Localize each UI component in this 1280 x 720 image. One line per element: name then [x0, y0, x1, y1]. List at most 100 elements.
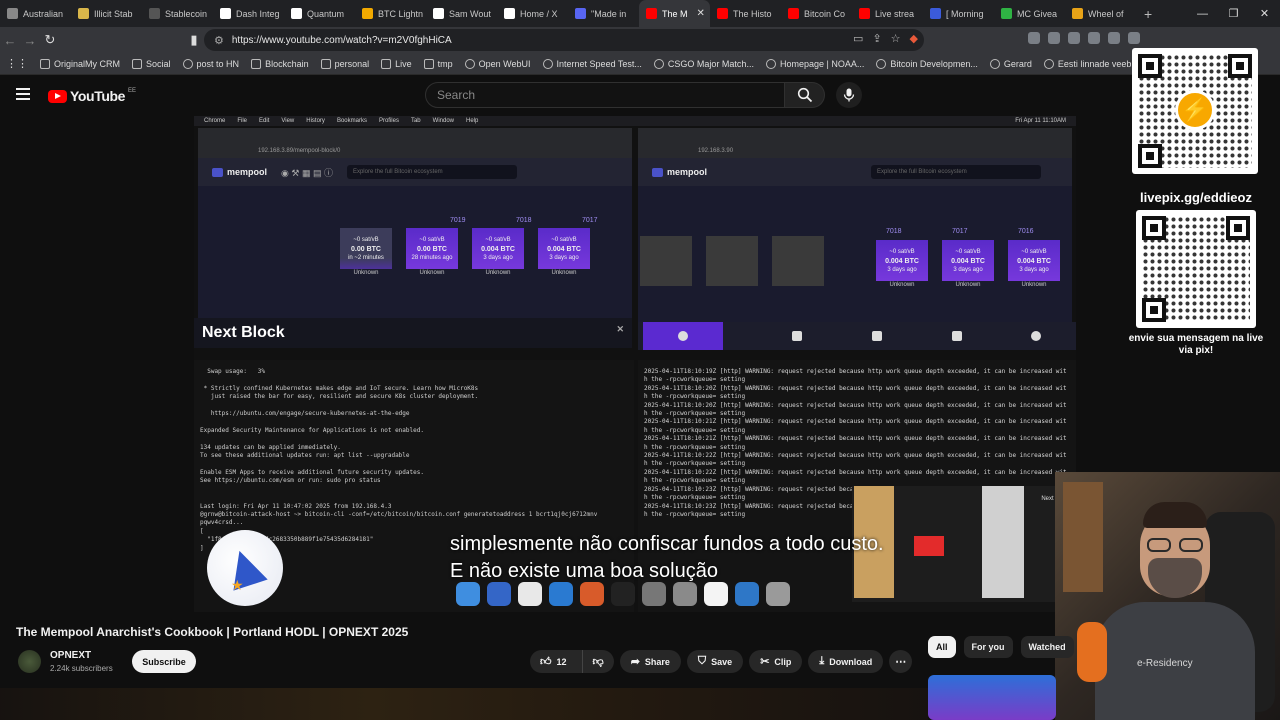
save-button[interactable]: ⛉ Save	[686, 650, 744, 673]
youtube-logo[interactable]: YouTube EE	[48, 88, 136, 104]
bookmark-icon[interactable]: ☆	[891, 32, 901, 45]
browser-tab[interactable]: Home / X	[497, 0, 568, 27]
restore-icon[interactable]: ❐	[1218, 7, 1249, 20]
extension-icon[interactable]	[1048, 32, 1060, 44]
new-tab-icon[interactable]: +	[1136, 6, 1160, 22]
graphs-icon	[871, 331, 882, 341]
subscribe-button[interactable]: Subscribe	[132, 650, 196, 673]
circle-icon	[876, 58, 887, 69]
right-empty-blocks	[640, 236, 824, 286]
block-height: 7016	[1018, 228, 1034, 235]
more-actions-button[interactable]: ⋯	[889, 650, 913, 673]
apps-icon[interactable]: ⋮⋮	[0, 57, 34, 70]
extension-icon[interactable]	[1128, 32, 1140, 44]
share-icon[interactable]: ⇪	[872, 32, 881, 45]
close-tab-icon[interactable]: ✕	[697, 8, 705, 19]
bookmark-item[interactable]: Social	[126, 58, 177, 69]
tab-favicon-icon	[930, 8, 941, 19]
cast-icon[interactable]: ▭	[853, 32, 863, 45]
browser-tab[interactable]: [ Morning	[923, 0, 994, 27]
next-block-panel: Next Block ✕	[194, 318, 632, 348]
close-window-icon[interactable]: ✕	[1249, 7, 1280, 20]
download-button[interactable]: ⤓ Download	[808, 650, 884, 673]
subscriber-count: 2.24k subscribers	[50, 664, 113, 673]
channel-name[interactable]: OPNEXT	[50, 650, 91, 661]
block-fee: ~0 sat/vB	[955, 249, 981, 255]
browser-tab[interactable]: "Made in	[568, 0, 639, 27]
tab-favicon-icon	[575, 8, 586, 19]
channel-avatar[interactable]	[18, 650, 41, 673]
back-icon[interactable]: ←	[0, 33, 20, 48]
brave-shield-icon[interactable]: ◆	[910, 32, 918, 45]
browser-tab[interactable]: Stablecoin	[142, 0, 213, 27]
dashboard-icon: ◉ ⚒ ▦ ▤ ⓘ	[281, 167, 333, 178]
browser-tab[interactable]: Live strea	[852, 0, 923, 27]
browser-tab[interactable]: Wheel of	[1065, 0, 1136, 27]
bookmark-item[interactable]: Open WebUI	[459, 58, 537, 69]
extension-icon[interactable]	[1068, 32, 1080, 44]
voice-search-button[interactable]	[836, 82, 862, 108]
game-icon	[653, 58, 664, 69]
mempool-block: ~0 sat/vB 0.00 BTC in ~2 minutes Unknown	[340, 228, 392, 278]
subtitle-line-1: simplesmente não confiscar fundos a todo…	[450, 533, 884, 555]
recommendation-filter-chips: All For you Watched	[928, 636, 1074, 658]
bookmark-item[interactable]: personal	[315, 58, 376, 69]
browser-tab[interactable]: Sam Wout	[426, 0, 497, 27]
share-button[interactable]: ➦ Share	[619, 650, 681, 673]
bookmark-item[interactable]: Live	[375, 58, 418, 69]
browser-tab[interactable]: The Histo	[710, 0, 781, 27]
block-note: 3 days ago	[887, 267, 917, 273]
bookmark-star-icon[interactable]: ▮	[184, 32, 204, 48]
screen-menu-item: View	[281, 118, 295, 124]
bookmark-item[interactable]: Internet Speed Test...	[537, 58, 648, 69]
filter-chip[interactable]: All	[928, 636, 956, 658]
browser-tab[interactable]: MC Givea	[994, 0, 1065, 27]
extension-icon[interactable]	[1088, 32, 1100, 44]
minimize-icon[interactable]: —	[1187, 8, 1218, 20]
tab-label: Wheel of	[1088, 8, 1124, 19]
search-button[interactable]	[785, 82, 825, 108]
tab-label: BTC Lightn	[378, 8, 424, 19]
search-input[interactable]: Search	[425, 82, 785, 108]
browser-tab[interactable]: Dash Integ	[213, 0, 284, 27]
wizard-hat-icon	[222, 545, 268, 591]
bookmark-item[interactable]: CSGO Major Match...	[648, 58, 760, 69]
browser-tab[interactable]: Bitcoin Co	[781, 0, 852, 27]
circle-icon	[1043, 58, 1054, 69]
screen-menu-item: Chrome	[204, 118, 226, 124]
address-bar[interactable]: ⚙ https://www.youtube.com/watch?v=m2V0fg…	[204, 29, 924, 51]
browser-tab[interactable]: BTC Lightn	[355, 0, 426, 27]
browser-tab[interactable]: The M ✕	[639, 0, 710, 27]
forward-icon[interactable]: →	[20, 33, 40, 48]
settings-icon	[673, 582, 697, 606]
clip-button[interactable]: ✂ Clip	[749, 650, 803, 673]
extension-icon[interactable]	[1108, 32, 1120, 44]
lightning-qr-code: ⚡	[1132, 48, 1258, 174]
microphone-icon	[843, 88, 855, 102]
mempool-block: ~0 sat/vB 0.004 BTC 3 days ago Unknown	[538, 228, 590, 278]
extensions-area	[1028, 32, 1140, 44]
menu-icon[interactable]	[16, 88, 30, 100]
tab-favicon-icon	[859, 8, 870, 19]
extension-icon[interactable]	[1028, 32, 1040, 44]
browser-tab[interactable]: Illicit Stab	[71, 0, 142, 27]
folder-icon	[251, 58, 262, 69]
bookmark-label: Social	[146, 58, 171, 69]
browser-tab[interactable]: Quantum	[284, 0, 355, 27]
bookmark-item[interactable]: OriginalMy CRM	[34, 58, 126, 69]
reload-icon[interactable]: ↻	[40, 32, 60, 48]
filter-chip[interactable]: For you	[963, 636, 1013, 658]
related-video-thumbnail[interactable]	[928, 675, 1056, 720]
left-url: 192.168.3.89/mempool-block/0	[258, 148, 341, 154]
bookmark-item[interactable]: Gerard	[984, 58, 1038, 69]
browser-tab[interactable]: Australian	[0, 0, 71, 27]
bookmark-item[interactable]: tmp	[418, 58, 459, 69]
bookmark-item[interactable]: Blockchain	[245, 58, 315, 69]
like-button[interactable]: 👍︎ 12	[530, 650, 577, 673]
filter-chip[interactable]: Watched	[1020, 636, 1074, 658]
bookmark-item[interactable]: Homepage | NOAA...	[760, 58, 870, 69]
dislike-button[interactable]: 👎︎	[581, 650, 614, 673]
bookmark-item[interactable]: Bitcoin Developmen...	[870, 58, 984, 69]
bookmark-item[interactable]: post to HN	[177, 58, 246, 69]
site-info-icon[interactable]: ⚙	[214, 34, 224, 47]
